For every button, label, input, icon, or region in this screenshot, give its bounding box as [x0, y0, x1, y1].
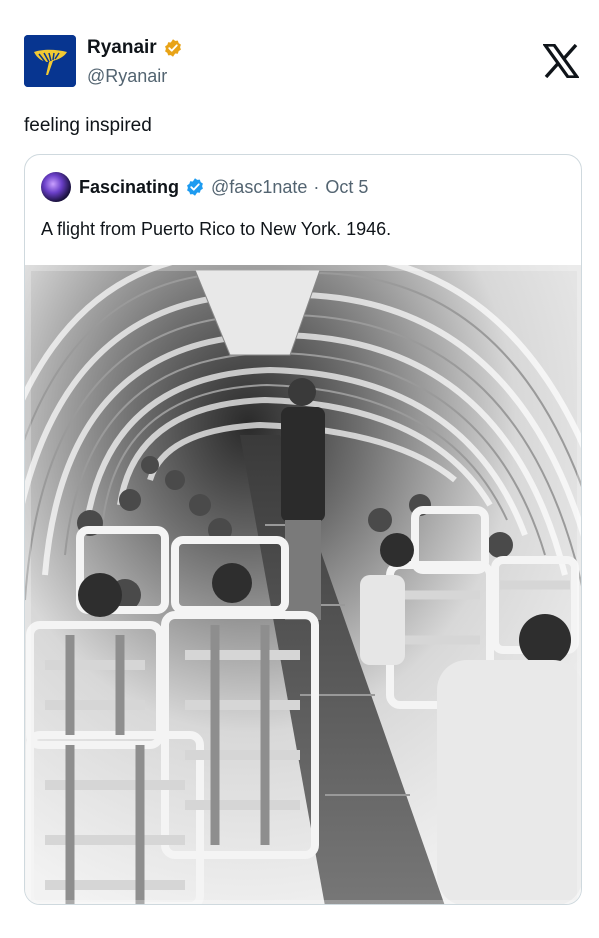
quoted-tweet-card[interactable]: Fascinating @fasc1nate · Oct 5 A flight … — [24, 154, 582, 905]
galaxy-avatar-icon[interactable] — [41, 172, 71, 202]
x-logo-icon[interactable] — [543, 44, 579, 78]
quoted-author-handle[interactable]: @fasc1nate — [211, 177, 307, 198]
quoted-tweet-date[interactable]: Oct 5 — [325, 177, 368, 198]
author-name[interactable]: Ryanair — [87, 37, 157, 59]
vintage-airplane-cabin-photo[interactable] — [25, 265, 581, 904]
author-name-row: Ryanair — [87, 37, 183, 59]
tweet-embed: Ryanair @Ryanair feeling inspired Fascin… — [0, 0, 599, 938]
quoted-tweet-header: Fascinating @fasc1nate · Oct 5 — [41, 172, 368, 202]
quoted-tweet-text: A flight from Puerto Rico to New York. 1… — [41, 219, 392, 239]
verified-badge-icon — [187, 178, 203, 196]
verified-badge-icon — [164, 39, 181, 57]
separator-dot: · — [313, 176, 320, 197]
author-avatar[interactable] — [24, 35, 76, 87]
author-handle[interactable]: @Ryanair — [87, 66, 167, 87]
quoted-author-name[interactable]: Fascinating — [79, 177, 179, 198]
ryanair-harp-logo-icon — [24, 35, 76, 87]
tweet-text: feeling inspired — [24, 115, 152, 136]
